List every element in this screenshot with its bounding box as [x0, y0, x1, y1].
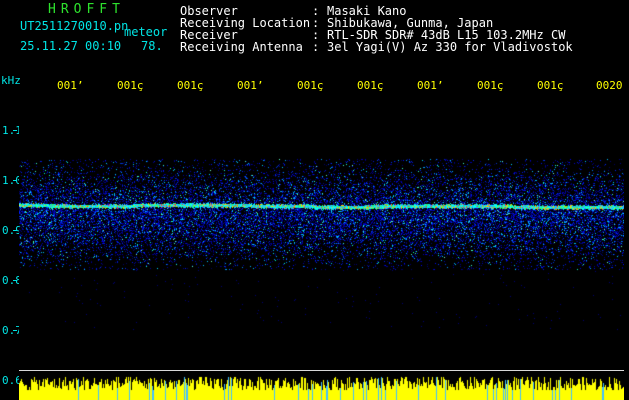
antenna-sep: : — [312, 40, 320, 54]
count-label: 78. — [141, 39, 163, 53]
y-tick-mark — [13, 330, 17, 331]
antenna-label: Receiving Antenna — [180, 40, 303, 54]
image-filename: UT2511270010.pn — [20, 19, 129, 33]
x-tick-label: 001’ — [237, 79, 264, 92]
x-tick-label: 001ç — [177, 79, 204, 92]
y-tick-mark — [13, 230, 17, 231]
x-tick-label: 001ç — [477, 79, 504, 92]
x-tick-label: 001’ — [57, 79, 84, 92]
signal-level-bars — [19, 375, 624, 400]
x-tick-label: 0020 — [596, 79, 623, 92]
y-tick-mark — [13, 180, 17, 181]
hrofft-window: HROFFT UT2511270010.pn meteor 25.11.27 0… — [0, 0, 629, 400]
x-tick-label: 001ç — [537, 79, 564, 92]
spectrogram-canvas — [19, 95, 624, 370]
app-brand: HROFFT — [48, 2, 125, 17]
y-tick-mark — [13, 130, 17, 131]
x-tick-label: 001ç — [357, 79, 384, 92]
datetime-label: 25.11.27 00:10 — [20, 39, 122, 53]
y-tick-mark — [13, 280, 17, 281]
x-tick-label: 001’ — [417, 79, 444, 92]
mode-label: meteor — [124, 25, 168, 39]
y-axis-unit: kHz — [1, 74, 21, 87]
antenna-value: 3el Yagi(V) Az 330 for Vladivostok — [327, 40, 573, 54]
footer-divider — [19, 370, 624, 371]
x-tick-label: 001ç — [117, 79, 144, 92]
x-tick-label: 001ç — [297, 79, 324, 92]
